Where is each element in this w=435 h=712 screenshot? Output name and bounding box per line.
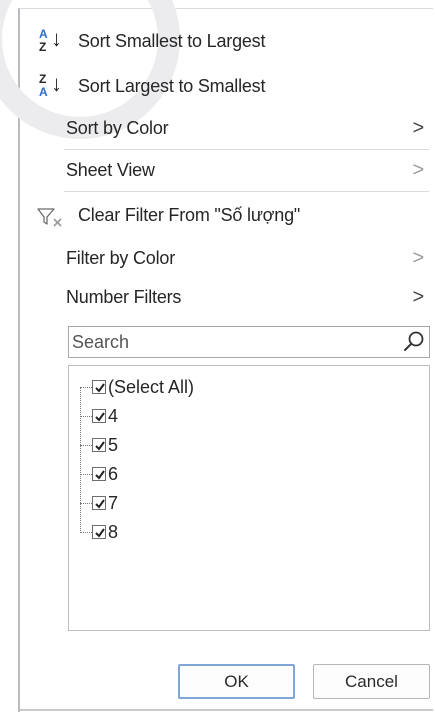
sort-ascending-label: Sort Smallest to Largest xyxy=(78,31,266,51)
clear-filter-item[interactable]: Clear Filter From "Số lượng" xyxy=(20,197,432,233)
tree-line xyxy=(80,387,81,531)
number-filters-label: Number Filters xyxy=(66,287,182,307)
list-item-label: 8 xyxy=(108,522,119,542)
list-item-label: 5 xyxy=(108,435,119,455)
sort-ascending-item[interactable]: A Z ↓ Sort Smallest to Largest xyxy=(20,23,432,59)
list-item-label: 6 xyxy=(108,464,119,484)
chevron-right-icon: > xyxy=(412,247,425,269)
value-checkbox[interactable] xyxy=(92,409,106,423)
cancel-button[interactable]: Cancel xyxy=(313,664,430,699)
value-checkbox[interactable] xyxy=(92,438,106,452)
list-item-label: (Select All) xyxy=(108,377,195,397)
filter-by-color-label: Filter by Color xyxy=(66,248,176,268)
value-checkbox[interactable] xyxy=(92,525,106,539)
bottom-border xyxy=(20,709,433,711)
search-input[interactable] xyxy=(69,327,379,357)
list-item-label: 4 xyxy=(108,406,119,426)
autofilter-menu: A Z ↓ Sort Smallest to Largest Z A ↓ Sor… xyxy=(0,0,433,712)
value-checkbox[interactable] xyxy=(92,496,106,510)
menu-separator xyxy=(64,149,429,150)
clear-filter-icon xyxy=(36,205,66,227)
select-all-checkbox[interactable] xyxy=(92,380,106,394)
chevron-right-icon: > xyxy=(412,159,425,181)
clear-filter-label: Clear Filter From "Số lượng" xyxy=(78,205,301,225)
sheet-view-item[interactable]: Sheet View > xyxy=(20,152,432,188)
sort-descending-label: Sort Largest to Smallest xyxy=(78,76,266,96)
sheet-view-label: Sheet View xyxy=(66,160,155,180)
menu-separator xyxy=(64,191,429,192)
number-filters-item[interactable]: Number Filters > xyxy=(20,279,432,315)
search-icon[interactable] xyxy=(402,330,426,354)
search-box xyxy=(68,326,430,358)
ok-button[interactable]: OK xyxy=(178,664,295,699)
chevron-right-icon: > xyxy=(412,286,425,308)
list-item-label: 7 xyxy=(108,493,119,513)
sort-by-color-item[interactable]: Sort by Color > xyxy=(20,110,432,146)
chevron-right-icon: > xyxy=(412,117,425,139)
value-checkbox[interactable] xyxy=(92,467,106,481)
sort-descending-icon: Z A ↓ xyxy=(39,71,62,99)
values-list[interactable]: (Select All) 4 5 6 7 8 xyxy=(68,365,430,631)
sort-descending-item[interactable]: Z A ↓ Sort Largest to Smallest xyxy=(20,68,432,104)
sort-ascending-icon: A Z ↓ xyxy=(39,26,62,54)
sort-by-color-label: Sort by Color xyxy=(66,118,169,138)
filter-by-color-item[interactable]: Filter by Color > xyxy=(20,240,432,276)
